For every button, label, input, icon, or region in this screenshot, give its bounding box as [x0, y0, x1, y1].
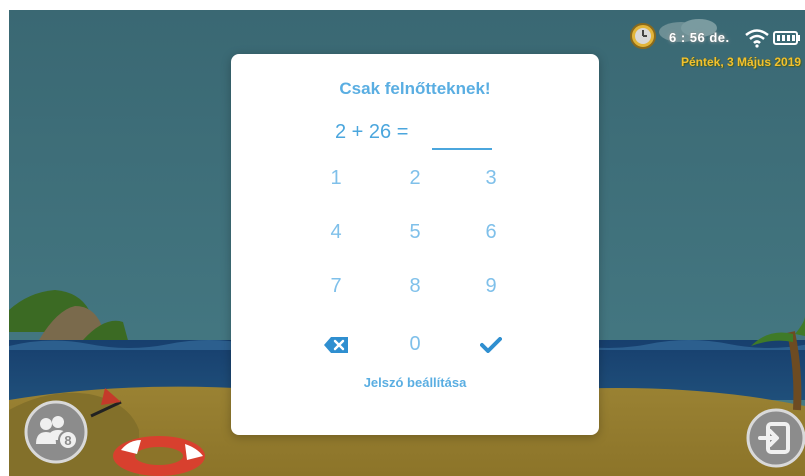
parental-gate-dialog: Csak felnőtteknek! 2 + 26 = 1 2 3 4 5 6 … — [231, 54, 599, 435]
clock-icon — [630, 23, 656, 49]
backspace-icon — [324, 336, 348, 353]
key-0[interactable]: 0 — [385, 326, 445, 362]
key-8[interactable]: 8 — [385, 268, 445, 304]
battery-icon — [773, 31, 800, 45]
dialog-title: Csak felnőtteknek! — [339, 79, 491, 98]
users-group-button[interactable]: 8 — [24, 400, 88, 469]
key-1[interactable]: 1 — [306, 160, 366, 196]
exit-icon — [746, 408, 805, 468]
key-2[interactable]: 2 — [385, 160, 445, 196]
users-group-icon: 8 — [24, 400, 88, 464]
key-7[interactable]: 7 — [306, 268, 366, 304]
svg-text:8: 8 — [64, 433, 71, 448]
status-time: 6 : 56 de. — [669, 30, 730, 45]
key-4[interactable]: 4 — [306, 214, 366, 250]
checkmark-icon — [480, 336, 502, 353]
status-bar: 6 : 56 de. Péntek, 3 Május 2019 — [629, 22, 805, 72]
key-9[interactable]: 9 — [461, 268, 521, 304]
status-date: Péntek, 3 Május 2019 — [681, 55, 802, 69]
exit-button[interactable] — [746, 408, 805, 473]
set-password-link[interactable]: Jelszó beállítása — [231, 375, 599, 390]
wifi-icon — [745, 29, 769, 48]
key-3[interactable]: 3 — [461, 160, 521, 196]
key-5[interactable]: 5 — [385, 214, 445, 250]
key-6[interactable]: 6 — [461, 214, 521, 250]
answer-field[interactable] — [432, 148, 492, 150]
confirm-button[interactable] — [461, 326, 521, 362]
backspace-button[interactable] — [306, 326, 366, 362]
math-question: 2 + 26 = — [335, 121, 409, 143]
